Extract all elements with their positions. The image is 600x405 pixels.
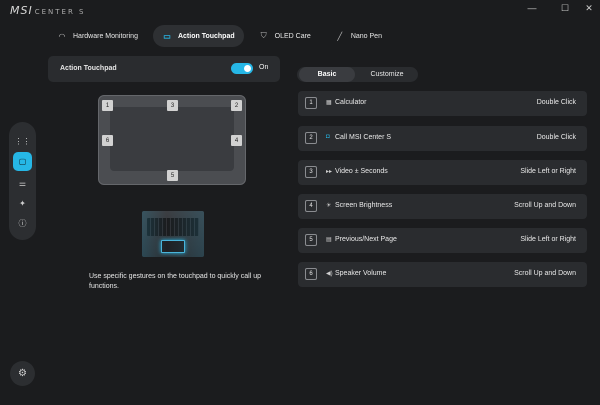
laptop-glow — [142, 211, 204, 257]
touchpad-icon[interactable]: ▢ — [13, 152, 32, 171]
customize-tab[interactable]: Customize — [359, 67, 415, 82]
zone-5-marker: 5 — [167, 170, 178, 181]
tab-label: Nano Pen — [350, 32, 382, 40]
gesture-name: Speaker Volume — [335, 270, 387, 277]
gesture-action: Scroll Up and Down — [514, 202, 576, 209]
toggle-state: On — [259, 64, 269, 71]
gesture-row[interactable]: 2 ◘ Call MSI Center S Double Click — [298, 126, 587, 151]
app-logo: MSI CENTER S — [10, 4, 86, 17]
gesture-action: Slide Left or Right — [520, 168, 576, 175]
gesture-name: Screen Brightness — [335, 202, 393, 209]
tab-label: Hardware Monitoring — [73, 32, 138, 40]
touchpad-icon: ▭ — [163, 31, 171, 41]
title-bar: MSI CENTER S — ☐ ✕ — [0, 0, 600, 22]
speaker-icon: ◀) — [326, 271, 333, 277]
gesture-name: Call MSI Center S — [335, 134, 392, 141]
tab-hardware-monitoring[interactable]: ◠ Hardware Monitoring — [48, 25, 147, 47]
msi-center-icon: ◘ — [326, 134, 330, 140]
tab-oled-care[interactable]: ⛉ OLED Care — [250, 25, 320, 47]
zone-1-marker: 1 — [102, 100, 113, 111]
action-touchpad-switch[interactable] — [231, 63, 253, 74]
zone-3-marker: 3 — [167, 100, 178, 111]
action-touchpad-toggle-row: Action Touchpad On — [48, 56, 280, 82]
gesture-action: Double Click — [536, 99, 576, 106]
feature-tabs: ◠ Hardware Monitoring ▭ Action Touchpad … — [48, 25, 391, 47]
gesture-action: Double Click — [536, 134, 576, 141]
gauge-icon: ◠ — [58, 31, 66, 41]
video-seek-icon: ▸▸ — [326, 169, 333, 175]
gesture-row[interactable]: 1 ▦ Calculator Double Click — [298, 91, 587, 116]
page-icon: ▤ — [326, 237, 332, 243]
gesture-name: Previous/Next Page — [335, 236, 397, 243]
tab-action-touchpad[interactable]: ▭ Action Touchpad — [152, 25, 244, 47]
gear-icon[interactable]: ⚙ — [10, 361, 35, 386]
minimize-button[interactable]: — — [522, 0, 542, 16]
gesture-number: 6 — [305, 268, 317, 280]
basic-tab[interactable]: Basic — [299, 67, 355, 82]
gesture-name: Video ± Seconds — [335, 168, 388, 175]
laptop-illustration — [142, 211, 204, 257]
gesture-action: Slide Left or Right — [520, 236, 576, 243]
gesture-number: 2 — [305, 132, 317, 144]
gesture-row[interactable]: 5 ▤ Previous/Next Page Slide Left or Rig… — [298, 228, 587, 253]
brightness-icon: ☀ — [326, 203, 332, 209]
calculator-icon: ▦ — [326, 100, 332, 106]
description-text: Use specific gestures on the touchpad to… — [89, 273, 261, 290]
close-button[interactable]: ✕ — [579, 0, 599, 16]
sliders-icon[interactable]: ⚌ — [13, 174, 32, 193]
maximize-button[interactable]: ☐ — [555, 0, 575, 16]
side-nav: ⋮⋮ ▢ ⚌ ✦ ⓘ — [9, 122, 36, 240]
gesture-number: 4 — [305, 200, 317, 212]
tab-nano-pen[interactable]: ╱ Nano Pen — [326, 25, 391, 47]
sparkle-icon[interactable]: ✦ — [13, 194, 32, 213]
zone-2-marker: 2 — [231, 100, 242, 111]
shield-icon: ⛉ — [260, 31, 267, 40]
gesture-number: 1 — [305, 97, 317, 109]
zone-4-marker: 4 — [231, 135, 242, 146]
gesture-name: Calculator — [335, 99, 367, 106]
toggle-label: Action Touchpad — [60, 65, 117, 72]
tab-label: Action Touchpad — [177, 32, 235, 40]
touchpad-center-area — [110, 107, 234, 171]
gesture-row[interactable]: 6 ◀) Speaker Volume Scroll Up and Down — [298, 262, 587, 287]
info-icon[interactable]: ⓘ — [13, 214, 32, 233]
gesture-number: 5 — [305, 234, 317, 246]
zone-6-marker: 6 — [102, 135, 113, 146]
pen-icon: ╱ — [337, 31, 343, 41]
gesture-row[interactable]: 3 ▸▸ Video ± Seconds Slide Left or Right — [298, 160, 587, 185]
mode-switch: Basic Customize — [297, 67, 418, 82]
grid-icon[interactable]: ⋮⋮ — [13, 132, 32, 151]
gesture-number: 3 — [305, 166, 317, 178]
gesture-action: Scroll Up and Down — [514, 270, 576, 277]
switch-knob — [244, 65, 251, 72]
tab-label: OLED Care — [274, 32, 311, 40]
gesture-row[interactable]: 4 ☀ Screen Brightness Scroll Up and Down — [298, 194, 587, 219]
